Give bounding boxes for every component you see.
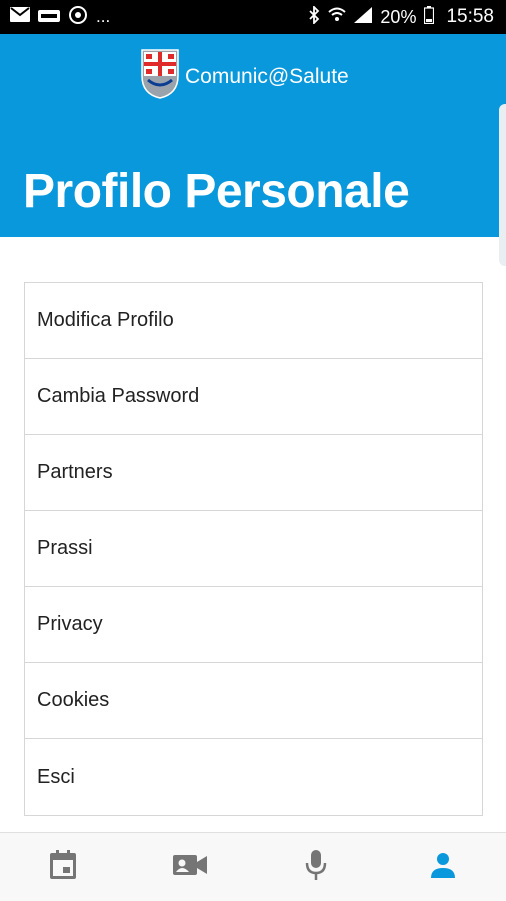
menu-item-modifica-profilo[interactable]: Modifica Profilo [25,283,482,359]
microphone-icon [305,849,327,886]
profile-menu: Modifica Profilo Cambia Password Partner… [24,282,483,816]
signal-icon [354,7,372,28]
sync-icon [68,5,88,30]
menu-item-cookies[interactable]: Cookies [25,663,482,739]
brand-name: Comunic@Salute [185,65,349,89]
tab-video[interactable] [127,833,254,901]
bottom-tab-bar [0,832,506,901]
menu-item-partners[interactable]: Partners [25,435,482,511]
brand: Comunic@Salute [140,48,349,105]
video-camera-icon [173,854,207,881]
battery-icon [424,6,434,29]
clock: 15:58 [446,6,494,28]
battery-percent: 20% [380,7,416,28]
mail-icon [10,7,30,27]
scroll-handle[interactable] [499,104,506,266]
tab-microphone[interactable] [253,833,380,901]
more-notifications: ... [96,7,110,27]
status-right: 20% 15:58 [308,6,494,29]
tab-profile[interactable] [380,833,506,901]
page-title: Profilo Personale [23,164,409,219]
menu-item-cambia-password[interactable]: Cambia Password [25,359,482,435]
bluetooth-icon [308,6,320,29]
status-bar: ... 20% 15:58 [0,0,506,34]
person-icon [430,852,456,883]
notification-badge-icon [38,7,60,27]
tab-calendar[interactable] [0,833,127,901]
calendar-icon [49,850,77,885]
menu-item-privacy[interactable]: Privacy [25,587,482,663]
menu-item-esci[interactable]: Esci [25,739,482,815]
menu-item-prassi[interactable]: Prassi [25,511,482,587]
liguria-shield-logo-icon [140,48,180,105]
wifi-icon [328,7,346,28]
app-header: Comunic@Salute Profilo Personale [0,34,506,237]
status-left: ... [10,5,110,30]
